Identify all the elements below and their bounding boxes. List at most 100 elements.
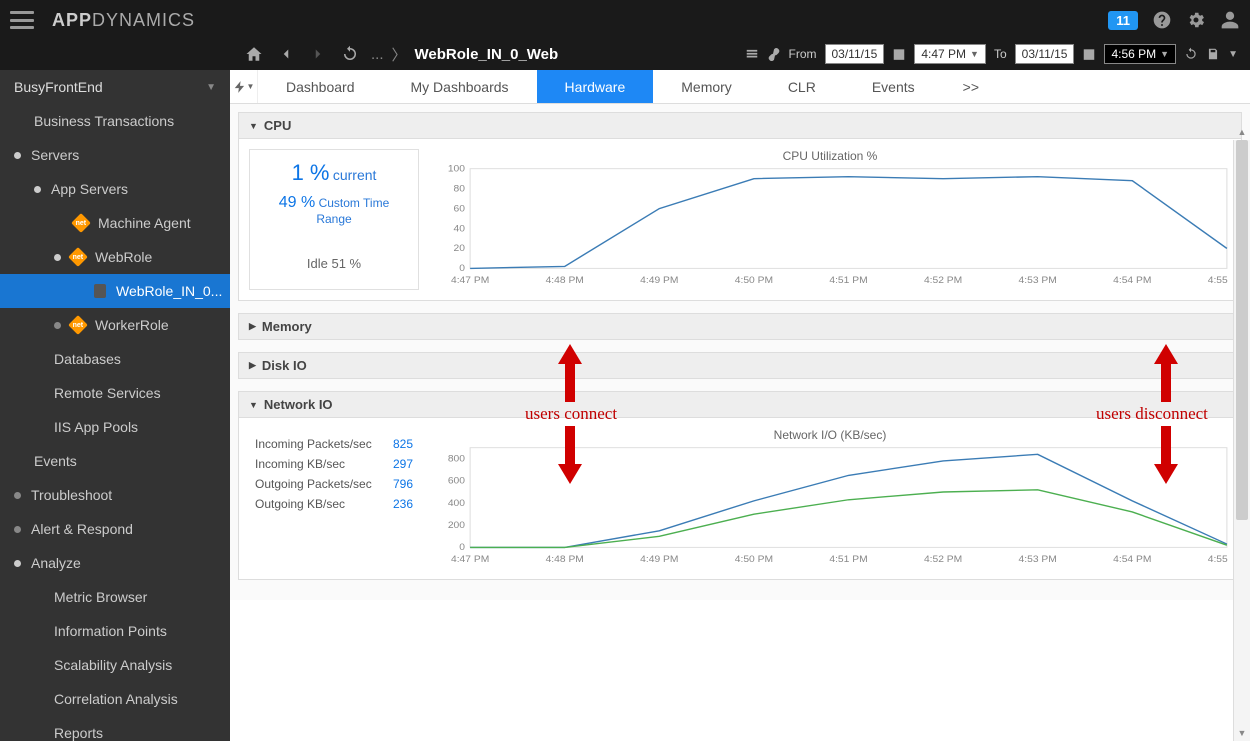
- svg-text:0: 0: [459, 264, 465, 274]
- sidebar-item-machine-agent[interactable]: netMachine Agent: [0, 206, 230, 240]
- network-chart: Network I/O (KB/sec) 02004006008004:47 P…: [429, 428, 1231, 569]
- sidebar-item-troubleshoot[interactable]: Troubleshoot: [0, 478, 230, 512]
- annotation-connect: users connect: [525, 404, 617, 424]
- list-icon[interactable]: [745, 47, 759, 61]
- svg-text:4:53 PM: 4:53 PM: [1019, 276, 1057, 285]
- scrollbar[interactable]: ▲ ▼: [1233, 140, 1250, 741]
- network-section-header[interactable]: ▼Network IO: [238, 391, 1242, 418]
- to-time[interactable]: 4:56 PM▼: [1104, 44, 1176, 64]
- sidebar-app-header[interactable]: BusyFrontEnd▼: [0, 70, 230, 104]
- annotation-disconnect: users disconnect: [1096, 404, 1208, 424]
- sidebar-item-scalability-analysis[interactable]: Scalability Analysis: [0, 648, 230, 682]
- svg-text:40: 40: [454, 224, 466, 234]
- calendar-icon-2[interactable]: [1082, 47, 1096, 61]
- arrow-up-icon: [1154, 344, 1178, 402]
- svg-text:4:51 PM: 4:51 PM: [829, 555, 867, 564]
- user-icon[interactable]: [1220, 10, 1240, 30]
- sidebar-item-reports[interactable]: Reports: [0, 716, 230, 741]
- refresh-icon[interactable]: [341, 45, 359, 63]
- tab-dashboard[interactable]: Dashboard: [258, 70, 383, 103]
- breadcrumb-ellipsis[interactable]: ...: [371, 46, 384, 63]
- tab-clr[interactable]: CLR: [760, 70, 844, 103]
- sidebar-item-information-points[interactable]: Information Points: [0, 614, 230, 648]
- memory-section-header[interactable]: ▶Memory: [238, 313, 1242, 340]
- reload-icon[interactable]: [1184, 47, 1198, 61]
- sidebar-item-workerrole[interactable]: netWorkerRole: [0, 308, 230, 342]
- svg-text:4:54 PM: 4:54 PM: [1113, 276, 1151, 285]
- gear-icon[interactable]: [1186, 10, 1206, 30]
- tab-more[interactable]: >>: [943, 70, 999, 103]
- sidebar-item-databases[interactable]: Databases: [0, 342, 230, 376]
- bolt-icon[interactable]: ▼: [230, 70, 258, 103]
- arrow-down-icon: [1154, 426, 1178, 484]
- content-area: ▼ Dashboard My Dashboards Hardware Memor…: [230, 70, 1250, 741]
- svg-text:800: 800: [448, 454, 466, 464]
- from-date[interactable]: 03/11/15: [825, 44, 885, 64]
- tab-memory[interactable]: Memory: [653, 70, 760, 103]
- svg-text:200: 200: [448, 520, 466, 530]
- svg-text:4:55 PM: 4:55 PM: [1208, 555, 1231, 564]
- sidebar-item-correlation-analysis[interactable]: Correlation Analysis: [0, 682, 230, 716]
- scroll-thumb[interactable]: [1236, 140, 1248, 520]
- diskio-section-header[interactable]: ▶Disk IO: [238, 352, 1242, 379]
- sidebar-item-metric-browser[interactable]: Metric Browser: [0, 580, 230, 614]
- svg-text:4:49 PM: 4:49 PM: [640, 276, 678, 285]
- to-label: To: [994, 47, 1007, 61]
- sidebar-item-alert-respond[interactable]: Alert & Respond: [0, 512, 230, 546]
- table-row: Incoming Packets/sec825: [255, 434, 413, 454]
- table-row: Outgoing KB/sec236: [255, 494, 413, 514]
- sidebar-item-iis-app-pools[interactable]: IIS App Pools: [0, 410, 230, 444]
- svg-text:0: 0: [459, 543, 465, 553]
- table-row: Outgoing Packets/sec796: [255, 474, 413, 494]
- sidebar-item-remote-services[interactable]: Remote Services: [0, 376, 230, 410]
- svg-text:4:47 PM: 4:47 PM: [451, 276, 489, 285]
- svg-text:4:52 PM: 4:52 PM: [924, 276, 962, 285]
- sidebar: BusyFrontEnd▼ Business Transactions Serv…: [0, 70, 230, 741]
- svg-text:4:51 PM: 4:51 PM: [829, 276, 867, 285]
- svg-text:80: 80: [454, 184, 466, 194]
- svg-text:4:48 PM: 4:48 PM: [546, 276, 584, 285]
- chevron-right-icon: 〉: [392, 44, 407, 65]
- sidebar-item-business-transactions[interactable]: Business Transactions: [0, 104, 230, 138]
- sidebar-item-servers[interactable]: Servers: [0, 138, 230, 172]
- svg-text:400: 400: [448, 498, 466, 508]
- sidebar-item-events[interactable]: Events: [0, 444, 230, 478]
- back-icon[interactable]: [277, 45, 295, 63]
- svg-text:20: 20: [454, 244, 466, 254]
- forward-icon[interactable]: [309, 45, 327, 63]
- sidebar-item-app-servers[interactable]: App Servers: [0, 172, 230, 206]
- cpu-info-card: 1 % current 49 % Custom Time Range Idle …: [249, 149, 419, 290]
- svg-text:4:50 PM: 4:50 PM: [735, 555, 773, 564]
- cpu-section-header[interactable]: ▼CPU: [238, 112, 1242, 139]
- dropdown-icon[interactable]: ▼: [1228, 49, 1238, 60]
- tab-events[interactable]: Events: [844, 70, 943, 103]
- to-date[interactable]: 03/11/15: [1015, 44, 1075, 64]
- svg-text:4:48 PM: 4:48 PM: [546, 555, 584, 564]
- from-label: From: [789, 47, 817, 61]
- svg-text:4:55 PM: 4:55 PM: [1208, 276, 1231, 285]
- tab-hardware[interactable]: Hardware: [537, 70, 654, 103]
- calendar-icon[interactable]: [892, 47, 906, 61]
- svg-text:4:54 PM: 4:54 PM: [1113, 555, 1151, 564]
- svg-text:100: 100: [448, 165, 466, 174]
- svg-text:4:53 PM: 4:53 PM: [1019, 555, 1057, 564]
- svg-text:60: 60: [454, 204, 466, 214]
- help-icon[interactable]: [1152, 10, 1172, 30]
- top-bar: APPDYNAMICS 11: [0, 0, 1250, 40]
- sidebar-item-webrole-instance[interactable]: WebRole_IN_0...: [0, 274, 230, 308]
- app-logo: APPDYNAMICS: [52, 10, 195, 31]
- save-icon[interactable]: [1206, 47, 1220, 61]
- network-stats-table: Incoming Packets/sec825 Incoming KB/sec2…: [249, 428, 419, 569]
- menu-icon[interactable]: [10, 11, 34, 29]
- home-icon[interactable]: [245, 45, 263, 63]
- table-row: Incoming KB/sec297: [255, 454, 413, 474]
- from-time[interactable]: 4:47 PM▼: [914, 44, 986, 64]
- breadcrumb-bar: ... 〉 WebRole_IN_0_Web From 03/11/15 4:4…: [0, 40, 1250, 70]
- sidebar-item-analyze[interactable]: Analyze: [0, 546, 230, 580]
- link-icon[interactable]: [767, 47, 781, 61]
- sidebar-item-webrole[interactable]: netWebRole: [0, 240, 230, 274]
- breadcrumb-current: WebRole_IN_0_Web: [415, 46, 559, 63]
- tab-my-dashboards[interactable]: My Dashboards: [383, 70, 537, 103]
- notification-badge[interactable]: 11: [1108, 11, 1138, 30]
- svg-text:600: 600: [448, 476, 466, 486]
